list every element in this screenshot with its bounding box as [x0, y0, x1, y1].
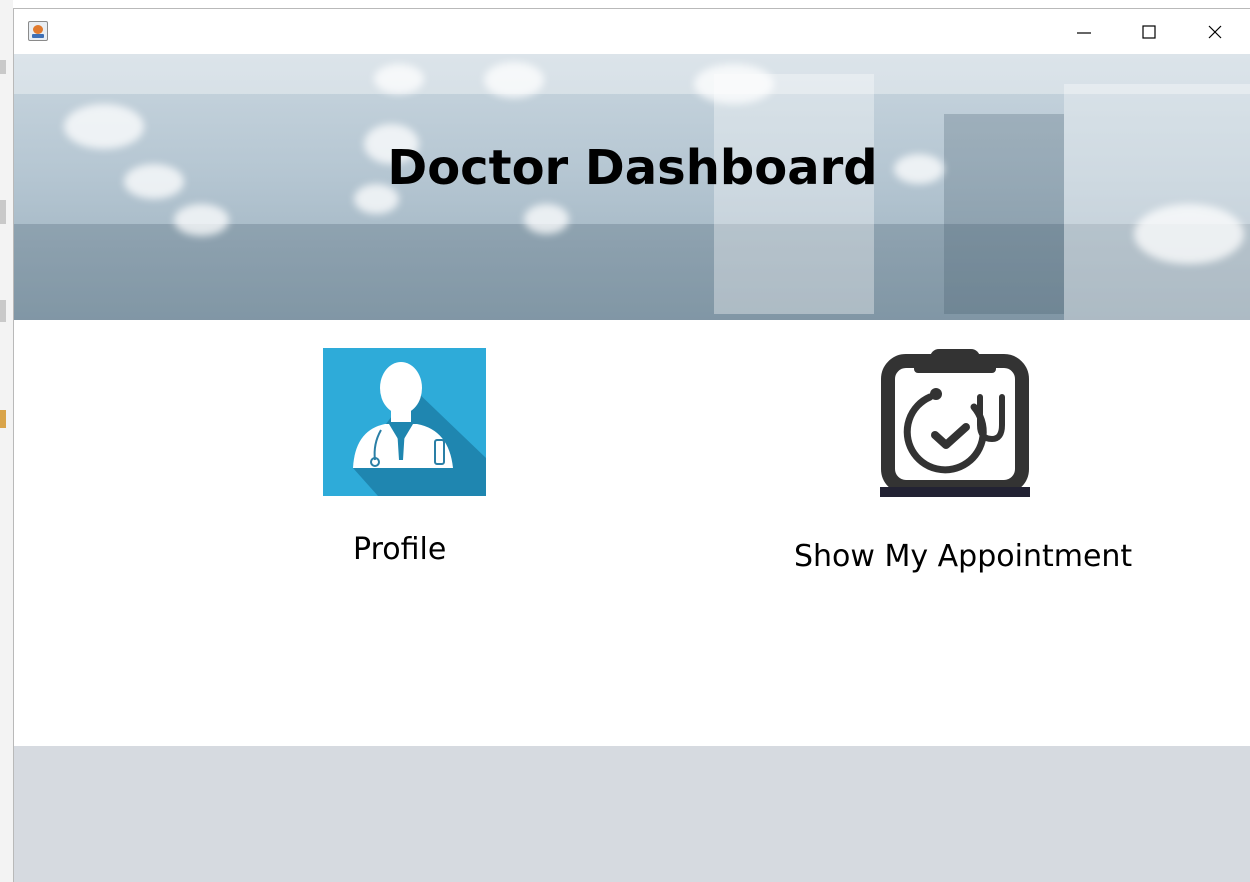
title-bar — [14, 9, 1250, 54]
doctor-avatar-icon[interactable] — [323, 348, 486, 496]
desktop-fragment — [0, 60, 6, 74]
desktop-background — [0, 0, 13, 882]
banner-wall — [1064, 84, 1250, 320]
close-icon — [1208, 25, 1222, 38]
desktop-fragment — [0, 410, 6, 428]
header-banner: Doctor Dashboard — [14, 54, 1250, 320]
minimize-button[interactable] — [1056, 9, 1112, 54]
desktop-fragment — [0, 300, 6, 322]
banner-light — [174, 204, 229, 236]
banner-light — [484, 62, 544, 98]
doctor-dashboard-window: Doctor Dashboard Profile Show My Appoint… — [13, 8, 1250, 882]
show-appointment-label[interactable]: Show My Appointment — [794, 539, 1132, 574]
banner-light — [694, 64, 774, 104]
maximize-button[interactable] — [1121, 9, 1177, 54]
banner-light — [524, 204, 569, 234]
banner-light — [1134, 204, 1244, 264]
minimize-icon — [1077, 31, 1091, 34]
footer-panel — [14, 746, 1250, 882]
close-button[interactable] — [1187, 9, 1243, 54]
banner-light — [374, 64, 424, 94]
java-app-icon[interactable] — [28, 21, 48, 41]
maximize-icon — [1142, 24, 1156, 39]
page-title: Doctor Dashboard — [387, 140, 878, 196]
profile-label[interactable]: Profile — [353, 532, 446, 567]
clipboard-stethoscope-icon[interactable] — [880, 347, 1030, 497]
desktop-fragment — [0, 200, 6, 224]
